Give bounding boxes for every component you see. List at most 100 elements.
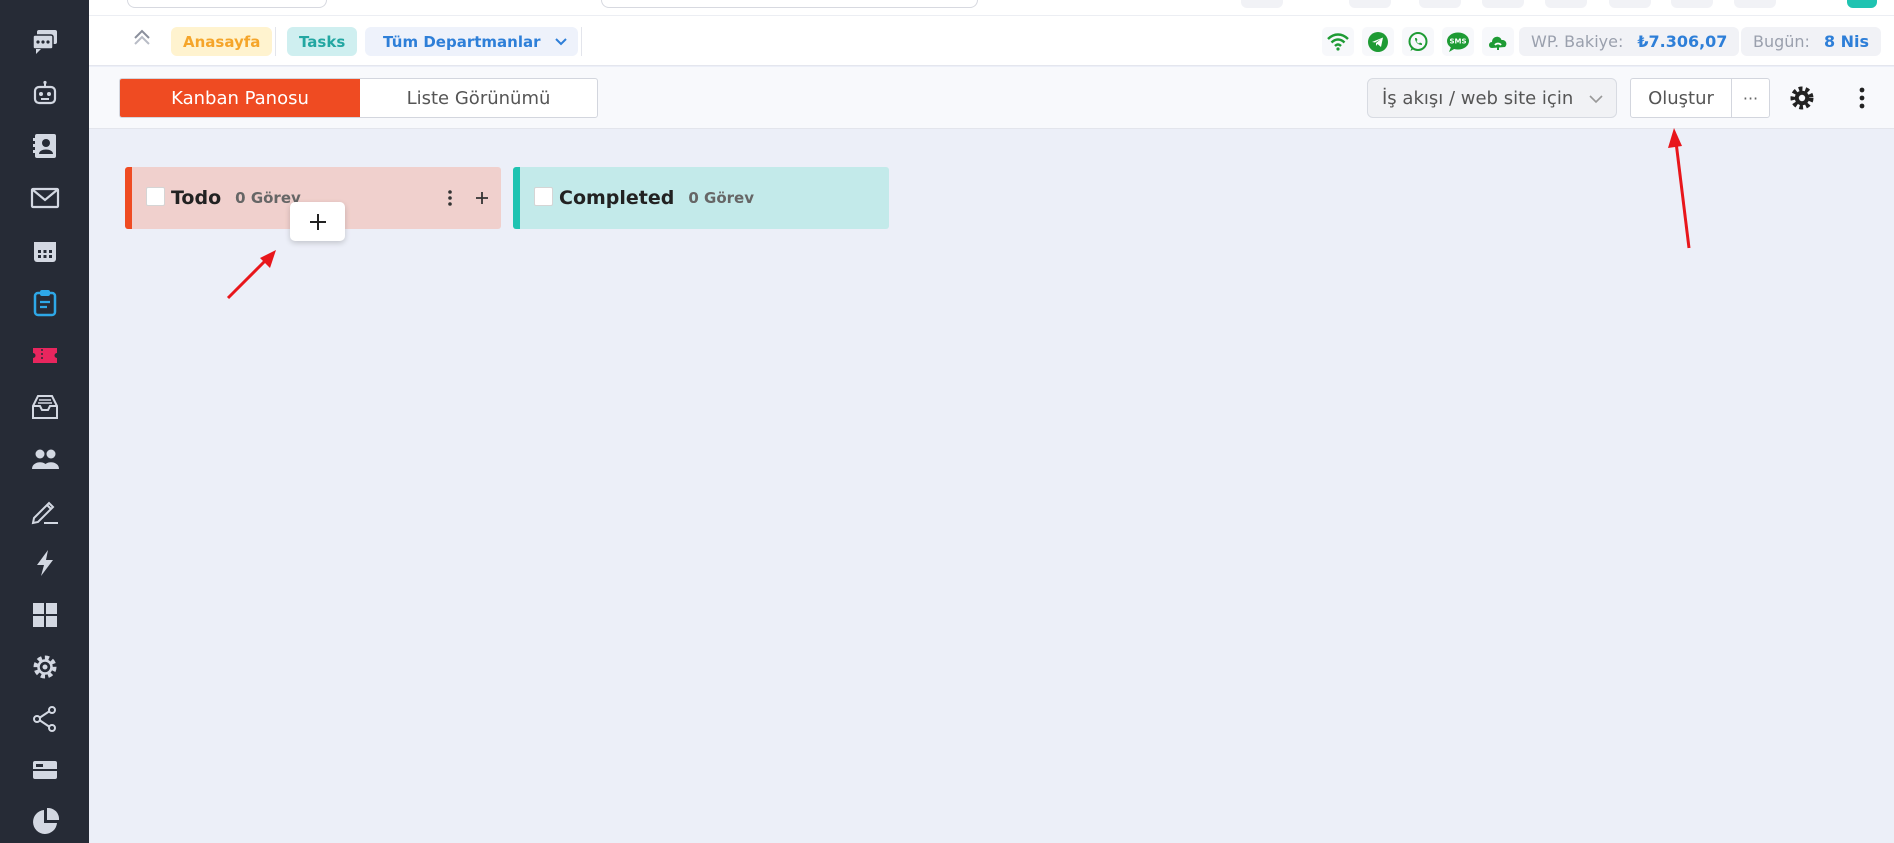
annotation-arrow	[226, 250, 276, 300]
workflow-select[interactable]: İş akışı / web site için	[1367, 78, 1617, 118]
sidebar-item-tasks[interactable]	[0, 283, 89, 323]
workflow-select-label: İş akışı / web site için	[1382, 87, 1574, 109]
plus-icon	[309, 213, 326, 230]
sidebar-item-chat[interactable]	[0, 21, 89, 61]
top-search-box[interactable]	[127, 0, 327, 8]
cloud-status[interactable]	[1482, 27, 1514, 56]
telegram-status[interactable]	[1362, 27, 1394, 56]
list-view-button[interactable]: Liste Görünümü	[360, 79, 597, 117]
divider	[275, 27, 276, 56]
column-title: Completed	[559, 187, 675, 209]
whatsapp-icon	[1408, 31, 1428, 51]
ticket-icon	[32, 348, 57, 363]
column-task-count: 0 Görev	[688, 189, 754, 207]
chevron-down-icon	[1589, 95, 1603, 104]
breadcrumb-tasks[interactable]: Tasks	[287, 27, 358, 56]
wp-balance-value: ₺7.306,07	[1637, 32, 1728, 51]
top-quick-button[interactable]	[1241, 0, 1283, 8]
inbox-icon	[31, 395, 58, 419]
kanban-column-completed: Completed 0 Görev	[513, 167, 889, 229]
reports-icon	[32, 807, 59, 834]
column-actions	[441, 185, 491, 211]
sidebar-item-users[interactable]	[0, 439, 89, 479]
wp-balance-label: WP. Bakiye:	[1531, 32, 1624, 51]
vertical-dots-icon	[1859, 87, 1865, 109]
create-more-button[interactable]: ···	[1731, 78, 1770, 118]
sidebar-item-edit[interactable]	[0, 491, 89, 531]
board-options-button[interactable]	[1847, 81, 1877, 115]
chat-icon	[31, 30, 57, 54]
whatsapp-status[interactable]	[1402, 27, 1434, 56]
top-quick-button[interactable]	[1734, 0, 1776, 8]
calendar-icon	[33, 242, 56, 262]
tasks-icon	[33, 290, 56, 317]
sidebar-item-inbox[interactable]	[0, 387, 89, 427]
top-quick-button[interactable]	[1671, 0, 1713, 8]
column-select-checkbox[interactable]	[146, 186, 165, 206]
top-header: Anasayfa Tasks Tüm Departmanlar SMS WP. …	[89, 0, 1894, 66]
bot-icon	[33, 80, 56, 105]
edit-icon	[31, 501, 58, 525]
board-settings-button[interactable]	[1785, 81, 1819, 115]
sidebar-item-contacts[interactable]	[0, 126, 89, 166]
chevrons-up-icon	[134, 29, 150, 45]
today-value: 8 Nis	[1823, 32, 1870, 51]
sidebar-item-settings[interactable]	[0, 647, 89, 687]
annotation-arrow	[1668, 128, 1691, 249]
plus-icon	[476, 192, 488, 204]
department-select-label: Tüm Departmanlar	[383, 32, 541, 51]
apps-icon	[32, 603, 57, 627]
top-global-search[interactable]	[601, 0, 978, 8]
sidebar-item-share[interactable]	[0, 699, 89, 739]
column-add-button[interactable]	[473, 185, 491, 211]
settings-gear-icon	[33, 655, 56, 679]
wifi-icon	[1327, 32, 1349, 51]
gear-icon	[1790, 86, 1814, 110]
sidebar	[0, 0, 89, 843]
sidebar-item-tickets[interactable]	[0, 335, 89, 375]
chevron-down-icon	[555, 38, 567, 46]
column-title: Todo	[171, 187, 222, 209]
mail-icon	[30, 187, 59, 209]
svg-text:SMS: SMS	[1449, 37, 1466, 45]
board-toolbar: Kanban Panosu Liste Görünümü İş akışı / …	[89, 67, 1894, 129]
column-select-checkbox[interactable]	[534, 186, 553, 206]
collapse-up-button[interactable]	[127, 24, 157, 52]
add-task-button[interactable]	[290, 202, 345, 241]
top-quick-button[interactable]	[1545, 0, 1587, 8]
top-quick-button[interactable]	[1419, 0, 1461, 8]
sidebar-item-calendar[interactable]	[0, 231, 89, 271]
sidebar-item-reports[interactable]	[0, 802, 89, 842]
sidebar-item-automation[interactable]	[0, 543, 89, 583]
sidebar-item-mail[interactable]	[0, 178, 89, 218]
column-options-button[interactable]	[441, 185, 459, 211]
breadcrumb-home[interactable]: Anasayfa	[171, 27, 273, 56]
create-button[interactable]: Oluştur	[1630, 78, 1732, 118]
top-user-avatar[interactable]	[1847, 0, 1877, 8]
top-quick-button[interactable]	[1482, 0, 1524, 8]
telegram-icon	[1368, 31, 1388, 52]
contacts-icon	[32, 134, 56, 158]
top-quick-button[interactable]	[1609, 0, 1651, 8]
wp-balance: WP. Bakiye: ₺7.306,07	[1519, 27, 1740, 56]
card-icon	[32, 761, 57, 779]
sidebar-item-apps[interactable]	[0, 595, 89, 635]
top-strip	[89, 0, 1894, 16]
kanban-view-button[interactable]: Kanban Panosu	[120, 79, 360, 117]
share-icon	[32, 706, 56, 732]
automation-icon	[36, 550, 53, 576]
today-label: Bugün:	[1753, 32, 1810, 51]
sidebar-item-bot[interactable]	[0, 74, 89, 114]
sms-icon: SMS	[1447, 32, 1469, 52]
vertical-dots-icon	[448, 190, 452, 206]
department-select[interactable]: Tüm Departmanlar	[365, 27, 578, 56]
cloud-icon	[1489, 36, 1507, 50]
divider	[581, 27, 582, 56]
view-toggle: Kanban Panosu Liste Görünümü	[119, 78, 598, 118]
top-quick-button[interactable]	[1349, 0, 1391, 8]
today-date: Bugün: 8 Nis	[1741, 27, 1882, 56]
wifi-status[interactable]	[1322, 27, 1354, 56]
sms-status[interactable]: SMS	[1442, 27, 1474, 56]
sidebar-item-card[interactable]	[0, 750, 89, 790]
users-icon	[31, 449, 59, 469]
